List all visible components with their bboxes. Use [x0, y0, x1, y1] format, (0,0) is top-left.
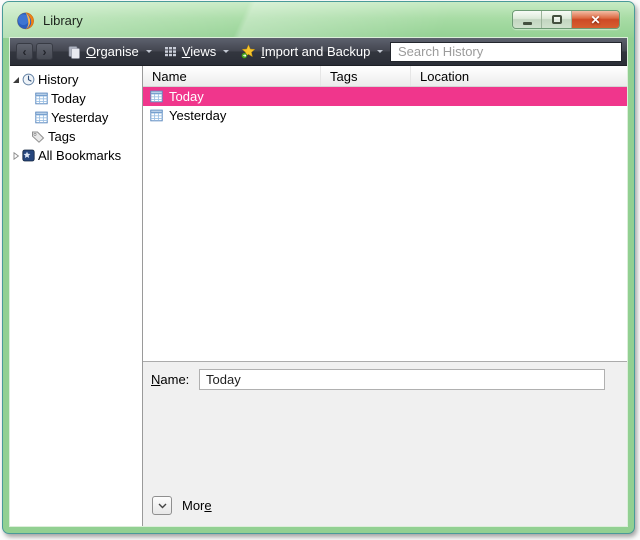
list-body: Today Yesterday: [143, 87, 627, 361]
back-icon: ‹: [22, 44, 27, 59]
calendar-icon: [150, 90, 163, 103]
search-input[interactable]: [390, 41, 622, 62]
row-name-cell: Yesterday: [169, 108, 227, 123]
more-label: More: [182, 498, 212, 513]
calendar-icon: [35, 92, 48, 105]
sidebar-tree: History Today Yesterday Tags All Bookmar…: [10, 66, 143, 526]
item-details-panel: Name: More: [143, 361, 627, 526]
organise-menu-button[interactable]: Organise: [61, 41, 158, 63]
bookmark-folder-icon: [22, 149, 35, 162]
sidebar-item-label: All Bookmarks: [38, 148, 122, 163]
chevron-down-icon: [223, 50, 230, 53]
clock-icon: [22, 73, 35, 86]
sidebar-item-label: Yesterday: [51, 110, 109, 125]
tag-icon: [32, 131, 45, 143]
back-button[interactable]: ‹: [16, 43, 33, 60]
sidebar-item-label: History: [38, 72, 79, 87]
column-header-location[interactable]: Location: [411, 66, 627, 86]
window-title: Library: [43, 12, 83, 28]
chevron-down-icon: [377, 50, 384, 53]
views-grid-icon: [164, 47, 176, 57]
organise-pages-icon: [68, 45, 80, 59]
library-window-screen: Library ✕ ‹ › Organise Views Import and …: [0, 0, 640, 540]
views-label: Views: [181, 44, 217, 59]
chevron-down-icon: [145, 50, 152, 53]
sidebar-item-tags[interactable]: Tags: [10, 127, 142, 146]
import-backup-star-icon: [241, 44, 256, 59]
list-column-headers: Name Tags Location: [143, 66, 627, 87]
forward-icon: ›: [42, 44, 47, 59]
library-window: Library ✕ ‹ › Organise Views Import and …: [2, 1, 635, 534]
list-row-yesterday[interactable]: Yesterday: [143, 106, 627, 125]
import-and-backup-menu-button[interactable]: Import and Backup: [235, 41, 389, 63]
sidebar-item-label: Today: [51, 91, 86, 106]
column-header-name[interactable]: Name: [143, 66, 321, 86]
sidebar-item-all-bookmarks[interactable]: All Bookmarks: [10, 146, 142, 165]
sidebar-item-label: Tags: [48, 129, 76, 144]
maximize-button[interactable]: [542, 11, 572, 28]
window-body: ‹ › Organise Views Import and Backup Sea…: [10, 38, 627, 526]
expander-closed-icon[interactable]: [12, 151, 20, 160]
minimize-icon: [522, 21, 532, 25]
sidebar-item-yesterday[interactable]: Yesterday: [10, 108, 142, 127]
minimize-button[interactable]: [513, 11, 542, 28]
views-menu-button[interactable]: Views: [158, 41, 235, 63]
sidebar-item-today[interactable]: Today: [10, 89, 142, 108]
sidebar-item-history[interactable]: History: [10, 70, 142, 89]
column-header-tags[interactable]: Tags: [321, 66, 411, 86]
organise-label: Organise: [86, 44, 139, 59]
title-bar[interactable]: Library ✕: [3, 2, 634, 38]
close-button[interactable]: ✕: [572, 11, 619, 28]
calendar-icon: [35, 111, 48, 124]
firefox-icon: [17, 11, 34, 29]
window-controls: ✕: [512, 10, 620, 29]
close-icon: ✕: [590, 12, 601, 27]
more-expand-button[interactable]: [152, 496, 172, 515]
import-backup-label: Import and Backup: [261, 44, 371, 59]
history-nav-buttons: ‹ ›: [16, 43, 53, 60]
list-row-today[interactable]: Today: [143, 87, 627, 106]
name-field-label: Name:: [151, 372, 190, 387]
content-area: History Today Yesterday Tags All Bookmar…: [10, 66, 627, 526]
toolbar: ‹ › Organise Views Import and Backup Sea…: [10, 38, 627, 66]
row-name-cell: Today: [169, 89, 204, 104]
name-field-row: Name:: [151, 369, 619, 390]
main-pane: Name Tags Location Today Yesterday Name:…: [143, 66, 627, 526]
name-input[interactable]: [199, 369, 605, 390]
forward-button[interactable]: ›: [36, 43, 53, 60]
expander-open-icon[interactable]: [12, 76, 20, 84]
chevron-down-icon: [158, 503, 166, 508]
calendar-icon: [150, 109, 163, 122]
more-row: More: [152, 496, 212, 515]
maximize-icon: [551, 15, 562, 24]
